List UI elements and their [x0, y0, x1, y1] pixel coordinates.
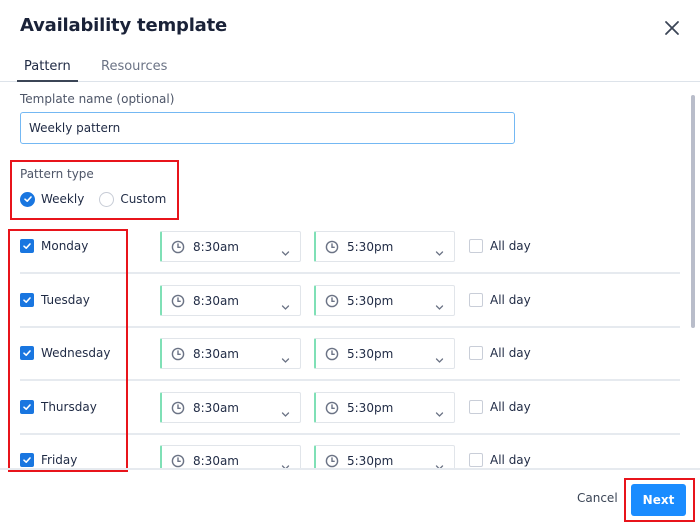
check-icon [22, 241, 32, 251]
clock-icon [325, 453, 339, 468]
day-checkbox[interactable] [20, 292, 34, 307]
tab-bar: Pattern Resources [0, 58, 700, 82]
start-time-select[interactable]: 8:30am [160, 391, 301, 423]
day-label: Monday [41, 239, 89, 253]
clock-icon [325, 400, 339, 414]
clock-icon [171, 453, 185, 468]
chevron-down-icon [435, 404, 444, 417]
day-checkbox[interactable] [20, 346, 34, 360]
end-time-select[interactable]: 5:30pm [314, 284, 455, 316]
end-time-select[interactable]: 5:30pm [314, 445, 455, 468]
cancel-button[interactable]: Cancel [577, 491, 618, 505]
start-time-value: 8:30am [193, 400, 239, 415]
close-button[interactable] [662, 18, 682, 38]
row-divider [20, 325, 680, 328]
close-icon [665, 21, 679, 35]
chevron-down-icon [281, 350, 290, 363]
all-day-checkbox[interactable] [469, 453, 483, 467]
all-day-checkbox[interactable] [469, 346, 483, 360]
next-button[interactable]: Next [631, 484, 686, 516]
clock-icon [171, 239, 185, 254]
day-list: Monday 8:30am 5:30pm All day Tuesday 8:30am 5:… [0, 86, 690, 468]
start-time-select[interactable]: 8:30am [160, 231, 301, 262]
day-row: Thursday 8:30am 5:30pm All day [20, 391, 680, 445]
start-time-value: 8:30am [193, 240, 239, 254]
check-icon [22, 348, 32, 358]
day-label: Thursday [41, 399, 97, 414]
all-day-label: All day [490, 453, 531, 467]
day-row: Friday 8:30am 5:30pm All day [20, 445, 680, 468]
scrollbar[interactable] [691, 95, 695, 328]
chevron-down-icon [435, 297, 444, 310]
check-icon [22, 402, 32, 412]
all-day-checkbox[interactable] [469, 292, 483, 307]
day-row: Tuesday 8:30am 5:30pm All day [20, 284, 680, 338]
start-time-value: 8:30am [193, 293, 239, 308]
chevron-down-icon [435, 350, 444, 363]
chevron-down-icon [281, 457, 290, 468]
row-divider [20, 379, 680, 381]
day-row: Monday 8:30am 5:30pm All day [20, 231, 680, 284]
row-divider [20, 272, 680, 274]
end-time-value: 5:30pm [347, 347, 394, 361]
start-time-select[interactable]: 8:30am [160, 338, 301, 369]
end-time-value: 5:30pm [347, 400, 394, 415]
all-day-label: All day [490, 399, 531, 414]
day-checkbox[interactable] [20, 453, 34, 467]
start-time-select[interactable]: 8:30am [160, 284, 301, 316]
clock-icon [171, 293, 185, 307]
start-time-value: 8:30am [193, 347, 239, 361]
chevron-down-icon [281, 404, 290, 417]
chevron-down-icon [435, 243, 444, 256]
row-divider [20, 432, 680, 435]
end-time-select[interactable]: 5:30pm [314, 391, 455, 423]
end-time-select[interactable]: 5:30pm [314, 231, 455, 262]
day-row: Wednesday 8:30am 5:30pm All day [20, 338, 680, 391]
clock-icon [171, 346, 185, 361]
end-time-select[interactable]: 5:30pm [314, 338, 455, 369]
all-day-label: All day [490, 292, 531, 307]
day-label: Tuesday [41, 292, 90, 307]
all-day-checkbox[interactable] [469, 399, 483, 414]
dialog-title: Availability template [20, 15, 228, 36]
end-time-value: 5:30pm [347, 240, 394, 254]
tab-pattern[interactable]: Pattern [17, 58, 78, 82]
check-icon [22, 455, 32, 465]
all-day-checkbox[interactable] [469, 239, 483, 253]
day-label: Friday [41, 453, 78, 467]
check-icon [22, 295, 32, 305]
end-time-value: 5:30pm [347, 454, 394, 468]
all-day-label: All day [490, 346, 531, 360]
chevron-down-icon [281, 243, 290, 256]
day-checkbox[interactable] [20, 239, 34, 253]
end-time-value: 5:30pm [347, 293, 394, 308]
tab-resources[interactable]: Resources [101, 58, 167, 82]
start-time-select[interactable]: 8:30am [160, 445, 301, 468]
clock-icon [171, 400, 185, 414]
start-time-value: 8:30am [193, 454, 239, 468]
day-label: Wednesday [41, 346, 111, 360]
day-checkbox[interactable] [20, 399, 34, 414]
chevron-down-icon [281, 297, 290, 310]
clock-icon [325, 346, 339, 361]
all-day-label: All day [490, 239, 531, 253]
chevron-down-icon [435, 457, 444, 468]
footer-divider [0, 468, 700, 470]
clock-icon [325, 239, 339, 254]
clock-icon [325, 293, 339, 307]
